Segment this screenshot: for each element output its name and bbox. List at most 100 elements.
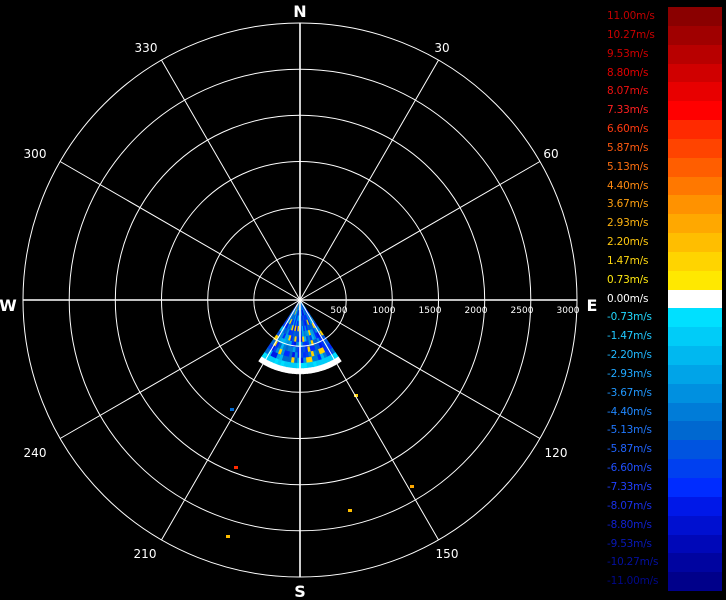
legend-swatch xyxy=(668,176,722,196)
legend-label: -6.60m/s xyxy=(607,462,652,475)
legend-label: 8.07m/s xyxy=(607,85,649,98)
legend-label: -5.87m/s xyxy=(607,443,652,456)
legend-row: -2.93m/s xyxy=(606,364,722,384)
legend-label: -2.20m/s xyxy=(607,349,652,362)
legend-row: -5.13m/s xyxy=(606,421,722,441)
legend-label: -10.27m/s xyxy=(607,556,659,569)
legend-swatch xyxy=(668,572,722,592)
legend-swatch xyxy=(668,534,722,554)
legend-label: 10.27m/s xyxy=(607,28,655,41)
azimuth-label-120: 120 xyxy=(545,446,568,460)
isolated-echo xyxy=(348,509,352,512)
compass-south-label: S xyxy=(294,582,306,600)
legend-swatch xyxy=(668,101,722,121)
legend-row: -5.87m/s xyxy=(606,440,722,460)
azimuth-spoke xyxy=(161,299,301,541)
legend-row: 10.27m/s xyxy=(606,25,722,45)
azimuth-label-240: 240 xyxy=(24,446,47,460)
velocity-cell xyxy=(303,367,308,375)
legend-label: 0.73m/s xyxy=(607,273,649,286)
compass-west-label: W xyxy=(0,296,17,315)
legend-row: 8.07m/s xyxy=(606,82,722,102)
isolated-echo xyxy=(234,466,238,469)
legend-swatch xyxy=(668,346,722,365)
azimuth-spoke xyxy=(299,161,541,301)
legend-label: 3.67m/s xyxy=(607,198,649,211)
legend-label: 2.20m/s xyxy=(607,236,649,249)
legend-swatch xyxy=(668,7,722,26)
legend-label: -0.73m/s xyxy=(607,311,652,324)
velocity-color-legend: 11.00m/s 10.27m/s 9.53m/s 8.80m/s 8.07m/s 7.3… xyxy=(606,7,722,592)
compass-east-label: E xyxy=(587,296,598,315)
legend-row: 3.67m/s xyxy=(606,195,722,215)
azimuth-spoke xyxy=(161,59,301,301)
legend-swatch xyxy=(668,25,722,45)
legend-row: 2.93m/s xyxy=(606,214,722,234)
legend-row: 5.13m/s xyxy=(606,157,722,177)
legend-label: 5.87m/s xyxy=(607,141,649,154)
legend-label: -3.67m/s xyxy=(607,386,652,399)
isolated-echo xyxy=(230,408,234,411)
legend-row: 2.20m/s xyxy=(606,233,722,252)
velocity-sector xyxy=(226,299,414,538)
legend-row: -2.20m/s xyxy=(606,346,722,365)
legend-label: 5.13m/s xyxy=(607,160,649,173)
legend-row: 0.73m/s xyxy=(606,270,722,290)
legend-swatch xyxy=(668,120,722,139)
legend-row: -9.53m/s xyxy=(606,534,722,554)
azimuth-spoke xyxy=(59,299,301,439)
legend-row: 11.00m/s xyxy=(606,7,722,26)
azimuth-spoke xyxy=(299,59,439,301)
legend-swatch xyxy=(668,496,722,516)
range-label-1500: 1500 xyxy=(419,306,442,316)
legend-row: -0.73m/s xyxy=(606,308,722,328)
legend-label: 6.60m/s xyxy=(607,123,649,136)
legend-label: 4.40m/s xyxy=(607,179,649,192)
legend-row: -7.33m/s xyxy=(606,478,722,497)
legend-swatch xyxy=(668,459,722,478)
velocity-cell xyxy=(302,357,307,364)
legend-label: -1.47m/s xyxy=(607,330,652,343)
legend-swatch xyxy=(668,157,722,177)
legend-label: -8.07m/s xyxy=(607,499,652,512)
legend-label: -11.00m/s xyxy=(607,575,659,588)
legend-row: 6.60m/s xyxy=(606,120,722,139)
legend-swatch xyxy=(668,515,722,535)
legend-swatch xyxy=(668,233,722,252)
legend-row: 5.87m/s xyxy=(606,138,722,158)
legend-swatch xyxy=(668,327,722,347)
legend-swatch xyxy=(668,440,722,460)
azimuth-label-330: 330 xyxy=(135,41,158,55)
legend-row: 0.00m/s xyxy=(606,289,722,309)
legend-swatch xyxy=(668,251,722,271)
legend-row: -10.27m/s xyxy=(606,553,722,573)
legend-row: -3.67m/s xyxy=(606,383,722,403)
azimuth-label-210: 210 xyxy=(134,547,157,561)
legend-label: -9.53m/s xyxy=(607,537,652,550)
legend-label: -5.13m/s xyxy=(607,424,652,437)
legend-row: 7.33m/s xyxy=(606,101,722,121)
legend-swatch xyxy=(668,308,722,328)
azimuth-spoke xyxy=(299,299,541,439)
velocity-cell xyxy=(302,362,308,369)
legend-swatch xyxy=(668,270,722,290)
legend-swatch xyxy=(668,63,722,83)
legend-label: 9.53m/s xyxy=(607,47,649,60)
legend-row: -8.07m/s xyxy=(606,496,722,516)
legend-label: -4.40m/s xyxy=(607,405,652,418)
azimuth-spokes xyxy=(23,23,577,577)
legend-label: 2.93m/s xyxy=(607,217,649,230)
azimuth-label-300: 300 xyxy=(24,147,47,161)
legend-label: 0.00m/s xyxy=(607,292,649,305)
range-label-500: 500 xyxy=(330,306,347,316)
legend-row: -4.40m/s xyxy=(606,402,722,422)
legend-swatch xyxy=(668,402,722,422)
legend-row: 1.47m/s xyxy=(606,251,722,271)
range-label-2500: 2500 xyxy=(511,306,534,316)
legend-label: -7.33m/s xyxy=(607,481,652,493)
legend-swatch xyxy=(668,195,722,215)
legend-row: -6.60m/s xyxy=(606,459,722,478)
legend-row: 9.53m/s xyxy=(606,44,722,64)
range-label-1000: 1000 xyxy=(373,306,396,316)
range-label-3000: 3000 xyxy=(557,306,580,316)
